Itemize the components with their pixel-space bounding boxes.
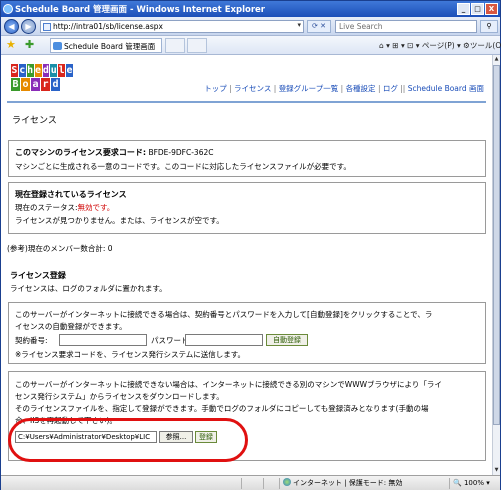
zone-indicator[interactable]: インターネット | 保護モード: 無効 (279, 478, 419, 489)
command-bar[interactable]: ⌂ ▾ ⊞ ▾ ⊡ ▾ ページ(P) ▾ ⚙ツール(O) ▾ » (379, 40, 501, 51)
scroll-thumb[interactable] (493, 65, 500, 425)
page-content: Schedule Board トップ | ライセンス | 登録グループ一覧 | … (1, 55, 492, 475)
status-value: 無効です。 (77, 203, 115, 212)
status-cell-lock (263, 478, 277, 489)
status-label: 現在のステータス: (15, 203, 78, 212)
registered-license-box: 現在登録されているライセンス 現在のステータス:無効です。 ライセンスが見つかり… (8, 182, 486, 234)
header-divider (7, 101, 486, 103)
minimize-button[interactable]: _ (457, 3, 470, 15)
tab-slot (187, 38, 207, 53)
request-code-label: このマシンのライセンス要求コード: (15, 148, 147, 157)
logo-letter: B (11, 78, 20, 91)
tab-page-icon (53, 42, 62, 50)
logo-letter: o (21, 78, 30, 91)
nav-link-log[interactable]: ログ (383, 84, 398, 93)
page-title: ライセンス (12, 116, 57, 126)
browser-window: Schedule Board 管理画面 - Windows Internet E… (0, 0, 501, 490)
forward-button[interactable]: ▶ (21, 19, 36, 34)
offline-desc-line3: そのライセンスファイルを、指定して登録ができます。手動でログのフォルダにコピーし… (15, 404, 429, 413)
auto-register-button[interactable]: 自動登録 (266, 334, 308, 346)
highlight-circle (8, 418, 248, 462)
address-bar: ◀ ▶ http://intra01/sb/license.aspx ▾ ⟳ ✕… (1, 17, 500, 36)
logo-letter: r (41, 78, 50, 91)
url-input[interactable]: http://intra01/sb/license.aspx ▾ (40, 20, 304, 33)
member-total: (参考)現在のメンバー数合計: 0 (7, 244, 113, 253)
contract-number-input[interactable] (59, 334, 147, 346)
logo-letter: d (42, 64, 50, 77)
logo-letter: d (51, 78, 60, 91)
logo-letter: u (50, 64, 58, 77)
page-icon (43, 23, 51, 31)
license-message: ライセンスが見つかりません。または、ライセンスが空です。 (15, 216, 224, 225)
maximize-button[interactable]: □ (471, 3, 484, 15)
registered-heading: 現在登録されているライセンス (15, 190, 127, 199)
logo-letter: a (31, 78, 40, 91)
globe-icon (283, 478, 291, 486)
add-favorites-icon[interactable]: ✚ (25, 38, 34, 51)
title-bar: Schedule Board 管理画面 - Windows Internet E… (1, 1, 500, 17)
nav-link-schedule-board[interactable]: Schedule Board 画面 (408, 84, 484, 93)
nav-link-groups[interactable]: 登録グループ一覧 (279, 84, 339, 93)
logo-letter: c (18, 64, 26, 77)
zoom-control[interactable]: 🔍 100% ▾ (449, 478, 499, 489)
logo-letter: S (11, 64, 18, 77)
online-note: ※ライセンス要求コードを、ライセンス発行システムに送信します。 (15, 350, 246, 359)
schedule-board-logo: Schedule Board (11, 64, 73, 94)
favorites-star-icon[interactable]: ★ (6, 38, 16, 51)
logo-letter: h (26, 64, 34, 77)
offline-desc-line2: センス発行システム」からライセンスをダウンロードします。 (15, 392, 224, 401)
offline-desc-line1: このサーバーがインターネットに接続できない場合は、インターネットに接続できる別の… (15, 380, 442, 389)
favorites-bar: ★ ✚ Schedule Board 管理画面 ⌂ ▾ ⊞ ▾ ⊡ ▾ ページ(… (1, 36, 501, 55)
scroll-down-icon[interactable]: ▼ (493, 466, 500, 474)
search-input[interactable]: Live Search (335, 20, 477, 33)
window-title: Schedule Board 管理画面 - Windows Internet E… (15, 5, 265, 15)
refresh-stop-button[interactable]: ⟳ ✕ (307, 20, 331, 33)
registration-heading: ライセンス登録 (10, 271, 66, 280)
online-registration-box: このサーバーがインターネットに接続できる場合は、契約番号とパスワードを入力して[… (8, 302, 486, 364)
browser-tab[interactable]: Schedule Board 管理画面 (50, 38, 162, 53)
online-desc-line2: イセンスの自動登録ができます。 (15, 322, 127, 331)
registration-desc: ライセンスは、ログのフォルダに置かれます。 (10, 284, 167, 293)
back-button[interactable]: ◀ (4, 19, 19, 34)
new-tab-button[interactable] (165, 38, 185, 53)
close-button[interactable]: X (485, 3, 498, 15)
request-code-value: BFDE-9DFC-362C (148, 148, 214, 157)
request-code-note: マシンごとに生成される一意のコードです。このコードに対応したライセンスファイルが… (15, 162, 351, 171)
ie-icon (3, 4, 13, 14)
logo-letter: e (66, 64, 73, 77)
status-bar: インターネット | 保護モード: 無効 🔍 100% ▾ (1, 475, 500, 490)
nav-link-top[interactable]: トップ (204, 84, 227, 93)
online-desc-line1: このサーバーがインターネットに接続できる場合は、契約番号とパスワードを入力して[… (15, 310, 433, 319)
request-code-box: このマシンのライセンス要求コード: BFDE-9DFC-362C マシンごとに生… (8, 140, 486, 177)
logo-letter: e (34, 64, 42, 77)
contract-label: 契約番号: (15, 336, 48, 345)
top-navigation: トップ | ライセンス | 登録グループ一覧 | 各種設定 | ログ || Sc… (204, 84, 484, 93)
scroll-up-icon[interactable]: ▲ (493, 55, 500, 63)
status-cell-empty (241, 478, 261, 489)
vertical-scrollbar[interactable]: ▲ ▼ (492, 55, 500, 475)
chevron-down-icon[interactable]: ▾ (297, 21, 301, 29)
nav-link-license[interactable]: ライセンス (234, 84, 271, 93)
search-icon[interactable]: ⚲ (480, 20, 498, 33)
nav-link-settings[interactable]: 各種設定 (346, 84, 376, 93)
logo-letter: l (58, 64, 66, 77)
password-input[interactable] (185, 334, 263, 346)
